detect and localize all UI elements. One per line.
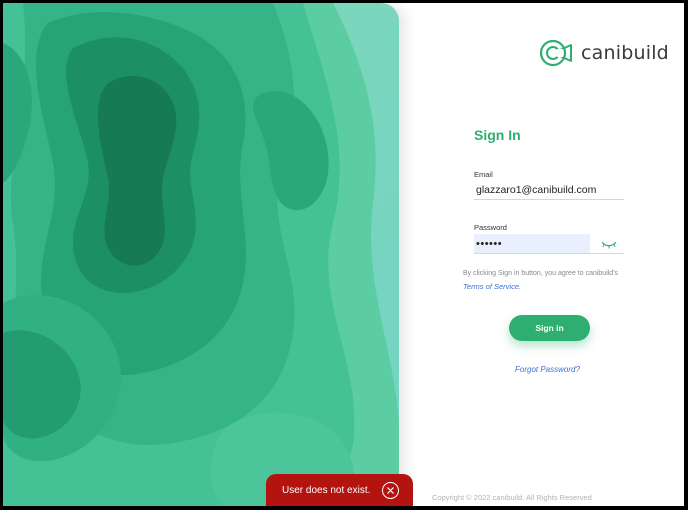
brand-logo: canibuild bbox=[539, 37, 669, 69]
forgot-password-link[interactable]: Forgot Password? bbox=[515, 365, 580, 374]
terms-notice: By clicking Sign in button, you agree to… bbox=[463, 267, 633, 294]
layered-paper-art bbox=[3, 3, 399, 506]
error-toast: User does not exist. bbox=[266, 474, 413, 506]
login-page: canibuild Sign In Email Password By clic… bbox=[3, 3, 684, 506]
terms-of-service-link[interactable]: Terms of Service. bbox=[463, 282, 521, 291]
password-underline bbox=[474, 253, 624, 254]
copyright-text: Copyright © 2022 canibuild. All Rights R… bbox=[432, 493, 592, 502]
password-field[interactable] bbox=[474, 234, 590, 253]
brand-name: canibuild bbox=[581, 42, 669, 64]
close-x-glyph bbox=[387, 487, 394, 494]
email-label: Email bbox=[474, 170, 493, 179]
email-field[interactable] bbox=[474, 181, 624, 200]
terms-prefix: By clicking Sign in button, you agree to… bbox=[463, 270, 619, 277]
close-icon[interactable] bbox=[382, 482, 399, 499]
password-label: Password bbox=[474, 223, 507, 232]
toast-message: User does not exist. bbox=[282, 484, 371, 496]
camera-c-logo-icon bbox=[539, 39, 572, 67]
sign-in-button[interactable]: Sign in bbox=[509, 315, 590, 341]
page-title: Sign In bbox=[474, 127, 521, 143]
eye-closed-icon[interactable] bbox=[601, 239, 617, 249]
decorative-artwork bbox=[3, 3, 399, 506]
